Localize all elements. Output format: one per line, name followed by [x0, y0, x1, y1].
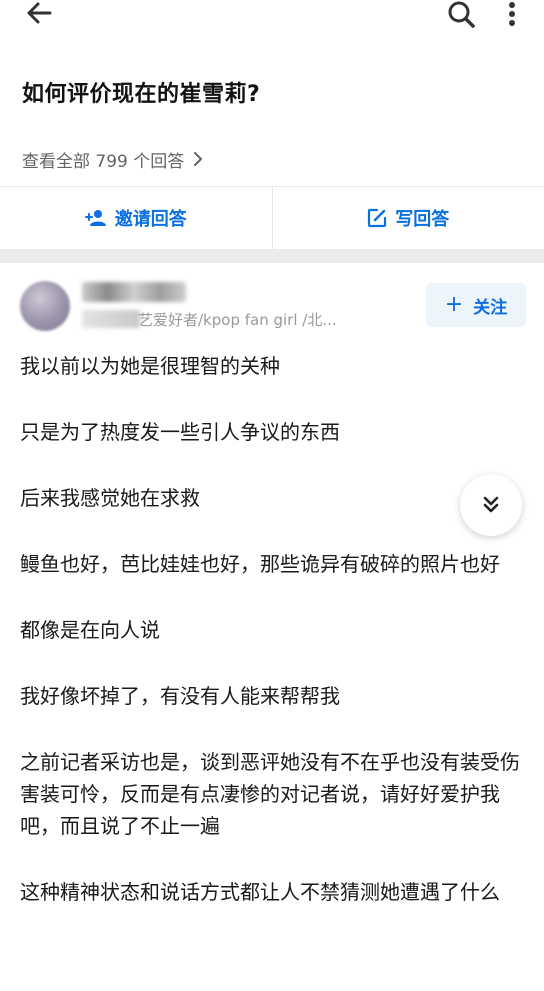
top-bar	[0, 0, 544, 44]
expand-answer-button[interactable]	[460, 474, 522, 536]
answer-paragraph: 都像是在向人说	[20, 618, 160, 642]
plus-icon: +	[444, 292, 464, 317]
add-user-icon	[84, 210, 106, 226]
avatar[interactable]	[20, 281, 70, 331]
question-title[interactable]: 如何评价现在的崔雪莉?	[22, 76, 260, 108]
author-bio: 艺爱好者/kpop fan girl /北...	[138, 311, 337, 329]
answer-content: 我以前以为她是很理智的关种 只是为了热度发一些引人争议的东西 后来我感觉她在求救…	[20, 350, 520, 942]
author-name-blurred[interactable]	[82, 282, 186, 302]
chevron-right-icon	[194, 152, 203, 166]
back-button[interactable]	[22, 0, 56, 30]
answer-paragraph: 我以前以为她是很理智的关种	[20, 354, 280, 378]
answer-paragraph: 我好像坏掉了，有没有人能来帮帮我	[20, 684, 340, 708]
write-answer-label: 写回答	[395, 209, 450, 230]
author-bio-blurred	[82, 310, 140, 328]
more-options-button[interactable]	[500, 0, 524, 32]
answer-paragraph: 鳗鱼也好，芭比娃娃也好，那些诡异有破碎的照片也好	[20, 552, 500, 576]
write-answer-button[interactable]: 写回答	[273, 187, 544, 249]
view-all-answers-link[interactable]: 查看全部 799 个回答	[22, 146, 204, 172]
invite-answer-label: 邀请回答	[114, 209, 187, 230]
answer-paragraph: 后来我感觉她在求救	[20, 486, 200, 510]
search-icon	[448, 1, 475, 28]
edit-icon	[368, 208, 387, 228]
follow-label: 关注	[473, 297, 508, 318]
more-vertical-icon	[509, 2, 515, 26]
double-chevron-down-icon	[483, 496, 499, 513]
section-gap	[0, 249, 544, 263]
answer-paragraph: 这种精神状态和说话方式都让人不禁猜测她遭遇了什么	[20, 880, 500, 904]
answer-paragraph: 之前记者采访也是，谈到恶评她没有不在乎也没有装受伤害装可怜，反而是有点凄惨的对记…	[20, 750, 520, 838]
invite-answer-button[interactable]: 邀请回答	[0, 187, 272, 249]
view-all-answers-label: 查看全部 799 个回答	[22, 151, 185, 172]
search-button[interactable]	[444, 0, 478, 32]
answer-paragraph: 只是为了热度发一些引人争议的东西	[20, 420, 340, 444]
arrow-left-icon	[27, 2, 52, 24]
follow-button[interactable]: + 关注	[426, 283, 526, 327]
answer-action-bar: 邀请回答 写回答	[0, 187, 544, 249]
